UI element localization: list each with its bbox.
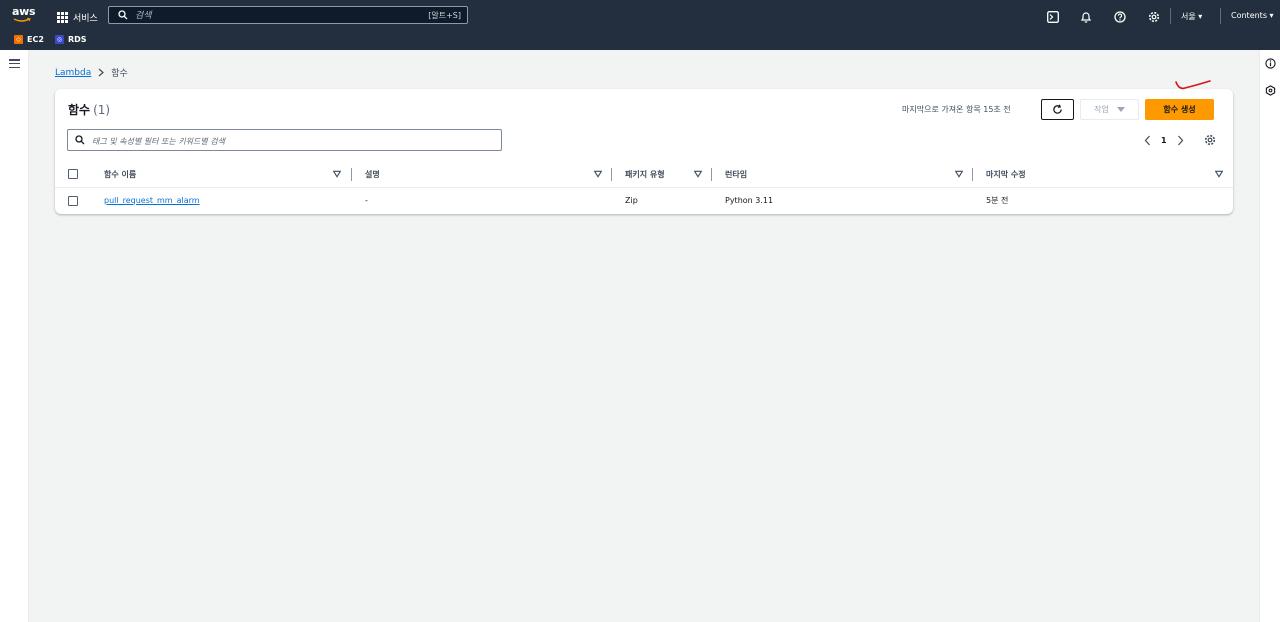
table-row: pull_request_mm_alarm - Zip Python 3.11 … [55, 188, 1233, 213]
breadcrumb: Lambda 함수 [55, 66, 128, 80]
settings-gear-icon[interactable] [1147, 10, 1160, 23]
handdrawn-checkmark [1175, 80, 1211, 90]
favorite-rds[interactable]: ◎ RDS [55, 35, 87, 44]
function-description: - [365, 196, 368, 205]
sort-icon[interactable] [955, 161, 963, 187]
function-name-link[interactable]: pull_request_mm_alarm [104, 188, 200, 213]
column-divider[interactable] [351, 168, 352, 181]
global-search[interactable]: [알트+S] [108, 6, 468, 24]
function-filter-input[interactable] [90, 133, 494, 149]
column-header-runtime[interactable]: 런타임 [725, 161, 747, 187]
services-label: 서비스 [73, 13, 98, 24]
sort-icon[interactable] [594, 161, 602, 187]
help-icon[interactable] [1113, 10, 1126, 23]
functions-count: (1) [93, 103, 111, 117]
sort-icon[interactable] [333, 161, 341, 187]
sort-icon[interactable] [694, 161, 702, 187]
favorite-ec2[interactable]: ◇ EC2 [14, 35, 44, 44]
account-menu[interactable]: Contents ▾ [1231, 11, 1274, 20]
actions-dropdown-button[interactable]: 작업 [1080, 99, 1139, 120]
aws-smile-icon [13, 18, 31, 22]
ec2-service-icon: ◇ [14, 35, 23, 44]
column-header-package-type[interactable]: 패키지 유형 [625, 161, 665, 187]
tutorial-icon[interactable] [1265, 85, 1276, 96]
tools-panel-strip [1259, 50, 1280, 622]
refresh-icon [1053, 104, 1062, 114]
column-divider[interactable] [972, 168, 973, 181]
region-selector[interactable]: 서울 ▾ [1181, 11, 1202, 22]
bell-icon[interactable] [1079, 10, 1092, 23]
caret-down-icon [1116, 106, 1125, 113]
function-last-modified: 5분 전 [986, 196, 1009, 205]
services-menu-button[interactable]: 서비스 [57, 10, 98, 24]
sort-icon[interactable] [1215, 161, 1223, 187]
chevron-right-icon [97, 68, 105, 77]
aws-logo[interactable]: aws [12, 5, 36, 25]
grid-icon [57, 11, 68, 23]
menu-icon[interactable] [9, 59, 20, 68]
search-shortcut-hint: [알트+S] [428, 11, 461, 20]
column-divider[interactable] [711, 168, 712, 181]
breadcrumb-lambda-link[interactable]: Lambda [55, 68, 91, 78]
table-header: 함수 이름 설명 패키지 유형 런타임 마지막 수정 [55, 161, 1233, 188]
side-navigation-toggle-strip [0, 50, 29, 622]
functions-title: 함수 [68, 103, 91, 117]
functions-panel: 함수(1) 마지막으로 가져온 항목 15초 전 작업 함수 생성 1 [55, 80, 1233, 214]
top-navigation-main-row: aws 서비스 [알트+S] [0, 0, 1280, 32]
function-filter[interactable] [67, 129, 502, 151]
refresh-button[interactable] [1041, 99, 1074, 120]
global-search-input[interactable] [133, 8, 427, 24]
chevron-left-icon[interactable] [1141, 135, 1153, 146]
chevron-right-icon[interactable] [1175, 135, 1187, 146]
create-function-button[interactable]: 함수 생성 [1145, 99, 1214, 120]
nav-divider [1170, 8, 1171, 24]
breadcrumb-current: 함수 [111, 69, 128, 79]
function-runtime: Python 3.11 [725, 196, 774, 205]
select-all-checkbox[interactable] [68, 169, 78, 179]
preferences-gear-icon[interactable] [1204, 134, 1216, 146]
function-package-type: Zip [625, 196, 638, 205]
favorite-rds-label: RDS [68, 35, 87, 44]
aws-logo-text: aws [12, 5, 36, 18]
nav-divider [1220, 8, 1221, 24]
column-divider[interactable] [611, 168, 612, 181]
favorite-ec2-label: EC2 [27, 35, 44, 44]
favorites-bar: ◇ EC2 ◎ RDS [0, 32, 1280, 48]
cloudshell-icon[interactable] [1046, 10, 1059, 23]
search-icon [75, 135, 85, 145]
top-navigation: aws 서비스 [알트+S] [0, 0, 1280, 50]
page-number[interactable]: 1 [1161, 136, 1167, 145]
column-header-last-modified[interactable]: 마지막 수정 [986, 161, 1026, 187]
pagination: 1 [1141, 133, 1187, 147]
rds-service-icon: ◎ [55, 35, 64, 44]
search-icon [118, 10, 128, 20]
column-header-description[interactable]: 설명 [365, 161, 380, 187]
page-title: 함수 (1) [68, 101, 110, 118]
info-icon[interactable] [1265, 58, 1276, 69]
column-header-name[interactable]: 함수 이름 [104, 161, 136, 187]
last-fetched-text: 마지막으로 가져온 항목 15초 전 [902, 105, 1011, 114]
create-function-label: 함수 생성 [1163, 105, 1196, 114]
actions-label: 작업 [1094, 105, 1109, 114]
row-checkbox[interactable] [68, 196, 78, 206]
